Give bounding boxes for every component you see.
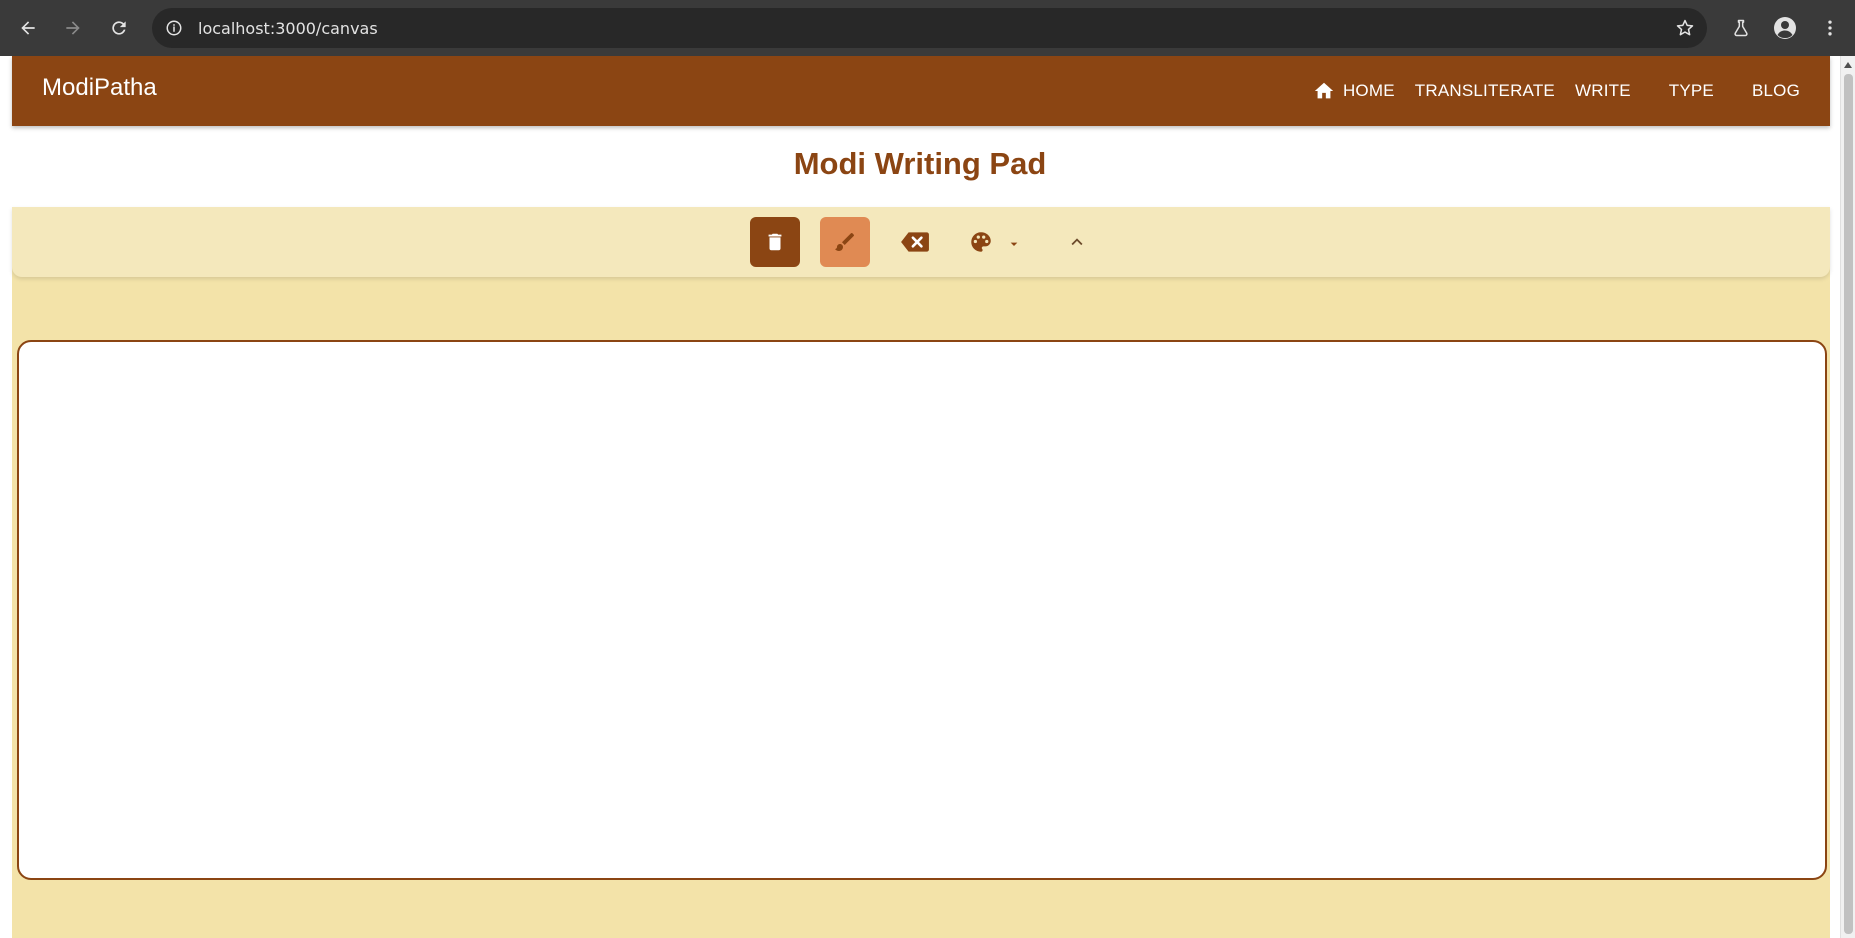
brand-logo-text[interactable]: ModiPatha <box>42 74 157 102</box>
browser-menu-button[interactable] <box>1814 12 1846 44</box>
nav-blog-label: BLOG <box>1751 81 1800 100</box>
trash-icon <box>768 233 782 251</box>
brush-tool-button[interactable] <box>820 217 870 267</box>
main-nav: HOME TRANSLITERATE WRITE TYPE BLOG <box>1293 56 1830 126</box>
chevron-up-icon <box>1071 238 1083 246</box>
nav-home-label: HOME <box>1342 81 1395 100</box>
star-icon <box>1676 19 1694 36</box>
arrow-left-icon <box>21 21 35 35</box>
address-bar[interactable]: localhost:3000/canvas <box>152 8 1707 48</box>
back-button[interactable] <box>12 12 44 44</box>
reload-icon <box>112 21 126 35</box>
palette-icon <box>971 232 991 252</box>
url-text[interactable]: localhost:3000/canvas <box>198 19 378 38</box>
site-info-button[interactable] <box>162 16 186 40</box>
scrollbar-thumb[interactable] <box>1844 74 1853 934</box>
profile-button[interactable] <box>1769 12 1801 44</box>
brush-icon <box>835 233 854 251</box>
account-circle-icon <box>1774 17 1796 39</box>
arrow-right-icon <box>66 21 80 35</box>
nav-write[interactable]: WRITE <box>1565 69 1641 113</box>
drawing-toolbar <box>12 207 1830 277</box>
reload-button[interactable] <box>103 12 135 44</box>
clear-canvas-button[interactable] <box>750 217 800 267</box>
bookmark-button[interactable] <box>1673 16 1697 40</box>
kebab-menu-icon <box>1828 20 1832 36</box>
app-header: ModiPatha HOME TRANSLITERATE WRITE TYPE … <box>12 56 1830 126</box>
backspace-eraser-icon <box>901 232 929 252</box>
nav-blog[interactable]: BLOG <box>1742 69 1830 113</box>
nav-type[interactable]: TYPE <box>1641 69 1742 113</box>
nav-home[interactable]: HOME <box>1293 69 1405 113</box>
nav-transliterate-label: TRANSLITERATE <box>1414 81 1555 100</box>
collapse-toolbar-button[interactable] <box>1052 217 1102 267</box>
forward-button[interactable] <box>57 12 89 44</box>
chevron-down-icon <box>1010 242 1018 246</box>
page-viewport: ModiPatha HOME TRANSLITERATE WRITE TYPE … <box>0 56 1840 938</box>
home-icon <box>1313 80 1335 102</box>
page-scrollbar[interactable] <box>1840 56 1855 938</box>
info-icon <box>166 20 182 36</box>
writing-canvas[interactable] <box>17 340 1827 880</box>
labs-button[interactable] <box>1725 12 1757 44</box>
browser-toolbar: localhost:3000/canvas <box>0 0 1855 56</box>
writing-workspace <box>12 207 1830 938</box>
page-title: Modi Writing Pad <box>793 146 1047 181</box>
flask-icon <box>1734 19 1748 37</box>
color-picker-button[interactable] <box>960 217 1030 267</box>
eraser-tool-button[interactable] <box>890 217 940 267</box>
nav-write-label: WRITE <box>1574 81 1631 100</box>
nav-type-label: TYPE <box>1668 81 1714 100</box>
scroll-up-arrow-icon[interactable] <box>1844 62 1852 68</box>
nav-transliterate[interactable]: TRANSLITERATE <box>1405 69 1565 113</box>
